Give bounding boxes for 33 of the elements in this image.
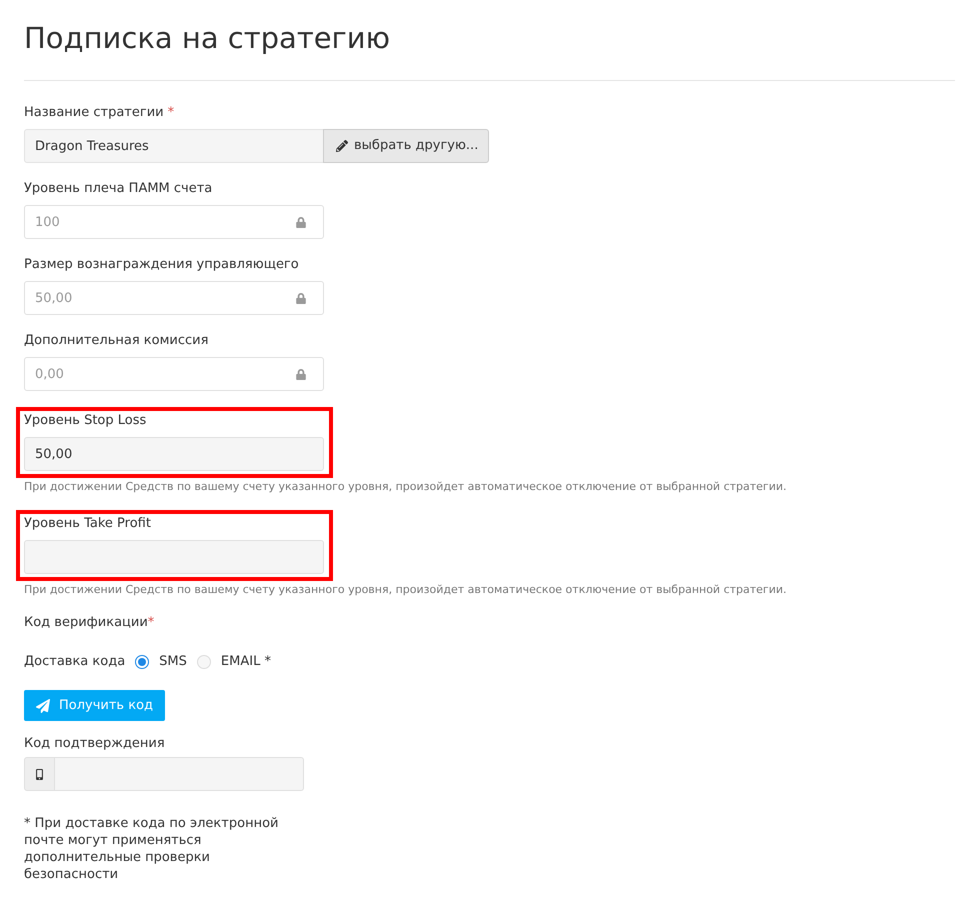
- required-asterisk: *: [148, 614, 154, 632]
- radio-button[interactable]: [135, 655, 150, 669]
- field-label: Уровень плеча ПАММ счета: [24, 180, 212, 198]
- code-input-field[interactable]: [55, 757, 304, 791]
- paper-plane-icon: [36, 698, 50, 712]
- page-title: Подписка на стратегию: [24, 20, 392, 57]
- get-code-button[interactable]: Получить код: [24, 690, 166, 721]
- pencil-icon: [336, 140, 348, 152]
- locked-input-field[interactable]: 100: [24, 205, 324, 239]
- help-text: При достижении Средств по вашему счету указанного уровня, произойдет автоматическое отключение от выбранной стратегии.: [24, 582, 788, 597]
- lock-icon: [296, 293, 306, 304]
- locked-input-field[interactable]: 50,00: [24, 281, 324, 315]
- radio-label: SMS: [159, 653, 187, 671]
- level-input-field[interactable]: 50,00: [24, 437, 324, 471]
- field-label: Уровень Take Profit: [24, 515, 151, 533]
- strategy-input-field[interactable]: Dragon Treasures: [24, 129, 324, 163]
- choose-other-button[interactable]: выбрать другую...: [323, 129, 490, 163]
- radio-label: EMAIL *: [220, 653, 271, 671]
- help-text: При достижении Средств по вашему счету указанного уровня, произойдет автоматическое отключение от выбранной стратегии.: [24, 479, 788, 494]
- delivery-label: Доставка кода: [24, 653, 126, 671]
- required-asterisk: *: [168, 104, 174, 122]
- field-label: Дополнительная комиссия: [24, 332, 208, 350]
- level-input-field[interactable]: [24, 540, 324, 574]
- phone-icon: [36, 768, 43, 780]
- field-label: Название стратегии: [24, 104, 164, 122]
- lock-icon: [296, 217, 306, 228]
- field-label: Размер вознаграждения управляющего: [24, 256, 299, 274]
- footnote: * При доставке кода по электронной почте могут применяться дополнительные проверки безопасности: [24, 815, 280, 883]
- lock-icon: [296, 369, 306, 380]
- field-label: Код подтверждения: [24, 735, 165, 753]
- section-label: Код верификации: [24, 614, 148, 632]
- field-label: Уровень Stop Loss: [24, 412, 146, 430]
- locked-input-field[interactable]: 0,00: [24, 357, 324, 391]
